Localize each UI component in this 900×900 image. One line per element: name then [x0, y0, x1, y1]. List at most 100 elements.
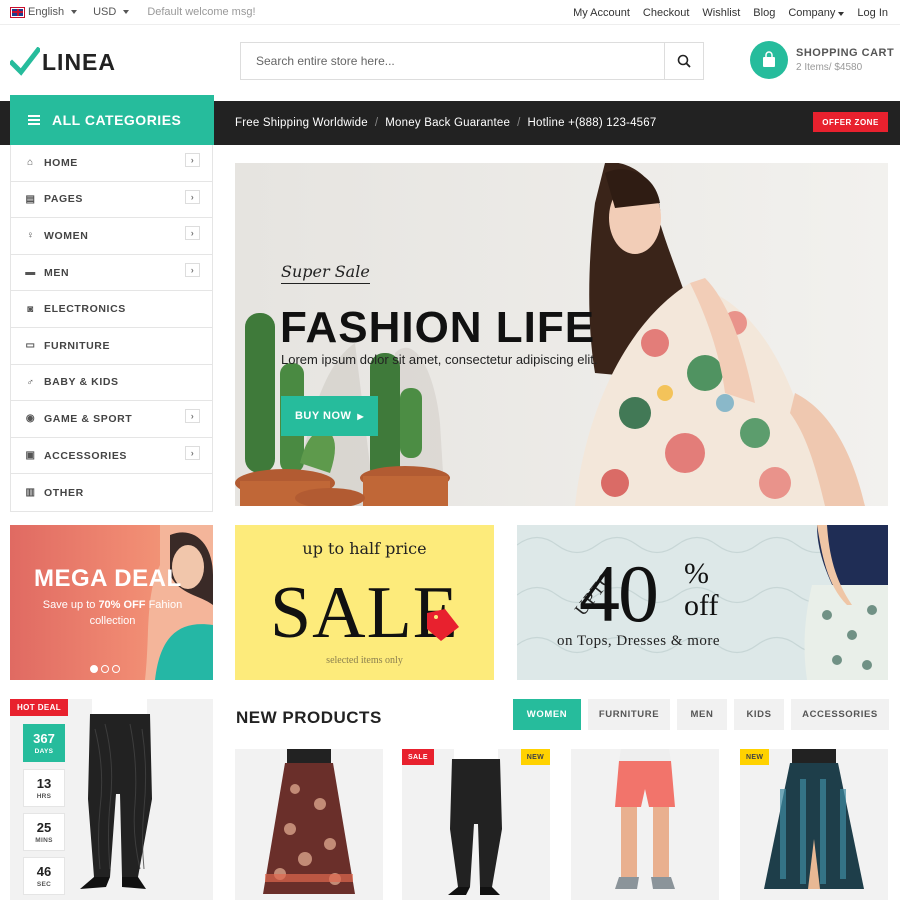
discount-number: 40: [579, 548, 659, 639]
category-item-other[interactable]: ▥ OTHER: [11, 474, 212, 511]
hero-tag: Super Sale: [281, 262, 370, 284]
soccer-ball-icon: ◉: [25, 413, 36, 425]
countdown-minutes: 25 MINS: [23, 813, 65, 851]
chevron-right-icon[interactable]: ›: [185, 153, 200, 167]
checkout-link[interactable]: Checkout: [643, 7, 689, 19]
buy-now-button[interactable]: BUY NOW ▶: [281, 396, 378, 436]
category-item-label: ELECTRONICS: [44, 303, 126, 316]
product-card[interactable]: SALE NEW: [402, 749, 550, 900]
category-item-men[interactable]: ▬ MEN ›: [11, 255, 212, 292]
shipping-notice: Free Shipping Worldwide / Money Back Gua…: [235, 117, 656, 129]
caret-down-icon: [71, 10, 78, 14]
search-icon: [677, 54, 691, 68]
child-icon: ♂: [26, 376, 35, 388]
camera-icon: ◙: [27, 303, 34, 315]
hero-title: FASHION LIFE: [280, 303, 596, 352]
company-menu[interactable]: Company: [788, 7, 845, 19]
category-item-label: ACCESSORIES: [44, 449, 128, 462]
category-item-label: OTHER: [44, 486, 84, 499]
search-input[interactable]: [241, 43, 664, 79]
my-account-link[interactable]: My Account: [573, 7, 630, 19]
notice-guarantee: Money Back Guarantee: [385, 117, 511, 129]
category-item-baby-kids[interactable]: ♂ BABY & KIDS: [11, 365, 212, 402]
blog-link[interactable]: Blog: [753, 7, 775, 19]
hot-deal-card[interactable]: HOT DEAL 367 DAYS 13 HRS 25 MINS 46 SEC: [10, 699, 213, 900]
countdown-seconds: 46 SEC: [23, 857, 65, 895]
sale-bottom-text: selected items only: [326, 655, 403, 666]
notice-separator: /: [517, 117, 521, 129]
category-item-label: HOME: [44, 156, 78, 169]
shopping-bag-icon: [750, 41, 788, 79]
site-logo[interactable]: LINEA: [10, 47, 116, 77]
category-item-furniture[interactable]: ▭ FURNITURE: [11, 328, 212, 365]
file-icon: ▤: [25, 193, 36, 205]
slider-dot[interactable]: [90, 665, 98, 673]
home-icon: ⌂: [27, 157, 34, 169]
tab-men[interactable]: MEN: [677, 699, 727, 730]
new-products-title: NEW PRODUCTS: [236, 708, 382, 727]
chevron-right-icon[interactable]: ›: [185, 189, 200, 204]
category-item-home[interactable]: ⌂ HOME ›: [11, 145, 212, 182]
sale-badge: SALE: [402, 749, 434, 765]
bed-icon: ▭: [25, 340, 36, 352]
notice-hotline: Hotline +(888) 123-4567: [527, 117, 657, 129]
tab-kids[interactable]: KIDS: [734, 699, 784, 730]
product-card[interactable]: [235, 749, 383, 900]
uk-flag-icon: [10, 6, 25, 18]
search-bar: [240, 42, 704, 80]
female-icon: ♀: [26, 230, 35, 242]
tab-women[interactable]: WOMEN: [513, 699, 581, 730]
hamburger-icon: [28, 115, 40, 125]
sale-banner[interactable]: up to half price SALE selected items onl…: [235, 525, 494, 680]
language-selector[interactable]: English: [10, 6, 78, 18]
login-link[interactable]: Log In: [857, 7, 888, 19]
slider-dot[interactable]: [101, 665, 109, 673]
mega-deal-subtitle: Save up to 70% OFF Fahion collection: [42, 599, 183, 627]
category-item-electronics[interactable]: ◙ ELECTRONICS: [11, 291, 212, 328]
new-badge: NEW: [740, 749, 770, 765]
chevron-right-icon[interactable]: ›: [185, 226, 200, 241]
forty-percent-off-banner[interactable]: UPTO 40 % off on Tops, Dresses & more: [517, 525, 888, 680]
product-image: [764, 749, 864, 889]
percent-sign: %: [684, 557, 709, 590]
offer-zone-button[interactable]: OFFER ZONE: [813, 112, 888, 132]
mega-deal-banner[interactable]: MEGA DEAL Save up to 70% OFF Fahion colle…: [10, 525, 213, 680]
hero-subtitle: Lorem ipsum dolor sit amet, consectetur …: [281, 352, 598, 367]
caret-down-icon: [123, 10, 130, 14]
slider-dot[interactable]: [112, 665, 120, 673]
top-bar: English USD Default welcome msg! My Acco…: [0, 0, 900, 25]
shopping-cart[interactable]: SHOPPING CART 2 Items/ $4580: [750, 41, 894, 79]
category-item-pages[interactable]: ▤ PAGES ›: [11, 182, 212, 219]
chevron-right-icon[interactable]: ›: [185, 262, 200, 277]
search-button[interactable]: [664, 43, 703, 79]
chevron-right-icon[interactable]: ›: [185, 409, 200, 424]
caret-down-icon: [838, 12, 845, 16]
bag-icon: ▣: [25, 450, 36, 462]
notice-shipping: Free Shipping Worldwide: [235, 117, 368, 129]
product-card[interactable]: NEW: [740, 749, 888, 900]
tab-furniture[interactable]: FURNITURE: [588, 699, 670, 730]
hero-slider[interactable]: Super Sale FASHION LIFE Lorem ipsum dolo…: [235, 163, 888, 506]
off-text: off: [684, 589, 719, 622]
category-item-accessories[interactable]: ▣ ACCESSORIES ›: [11, 438, 212, 475]
cart-summary: 2 Items/ $4580: [796, 62, 863, 73]
category-menu: ⌂ HOME › ▤ PAGES › ♀ WOMEN › ▬ MEN › ◙ ELECTRONICS ▭ FU…: [10, 145, 213, 512]
wishlist-link[interactable]: Wishlist: [702, 7, 740, 19]
tab-accessories[interactable]: ACCESSORIES: [791, 699, 889, 730]
category-item-label: MEN: [44, 266, 70, 279]
category-item-women[interactable]: ♀ WOMEN ›: [11, 218, 212, 255]
checkmark-icon: [10, 47, 40, 76]
category-item-game-sport[interactable]: ◉ GAME & SPORT ›: [11, 401, 212, 438]
category-item-label: BABY & KIDS: [44, 376, 119, 389]
cart-title: SHOPPING CART: [796, 47, 895, 59]
forty-subtitle: on Tops, Dresses & more: [557, 633, 721, 649]
briefcase-icon: ▬: [25, 267, 36, 279]
chevron-right-icon[interactable]: ›: [185, 445, 200, 460]
category-item-label: FURNITURE: [44, 339, 111, 352]
shopping-basket-icon: ▥: [25, 487, 36, 499]
product-tabs: WOMEN FURNITURE MEN KIDS ACCESSORIES: [513, 699, 889, 730]
all-categories-button[interactable]: ALL CATEGORIES: [10, 95, 214, 145]
product-image: [448, 749, 502, 895]
product-card[interactable]: [571, 749, 719, 900]
currency-selector[interactable]: USD: [93, 6, 130, 18]
